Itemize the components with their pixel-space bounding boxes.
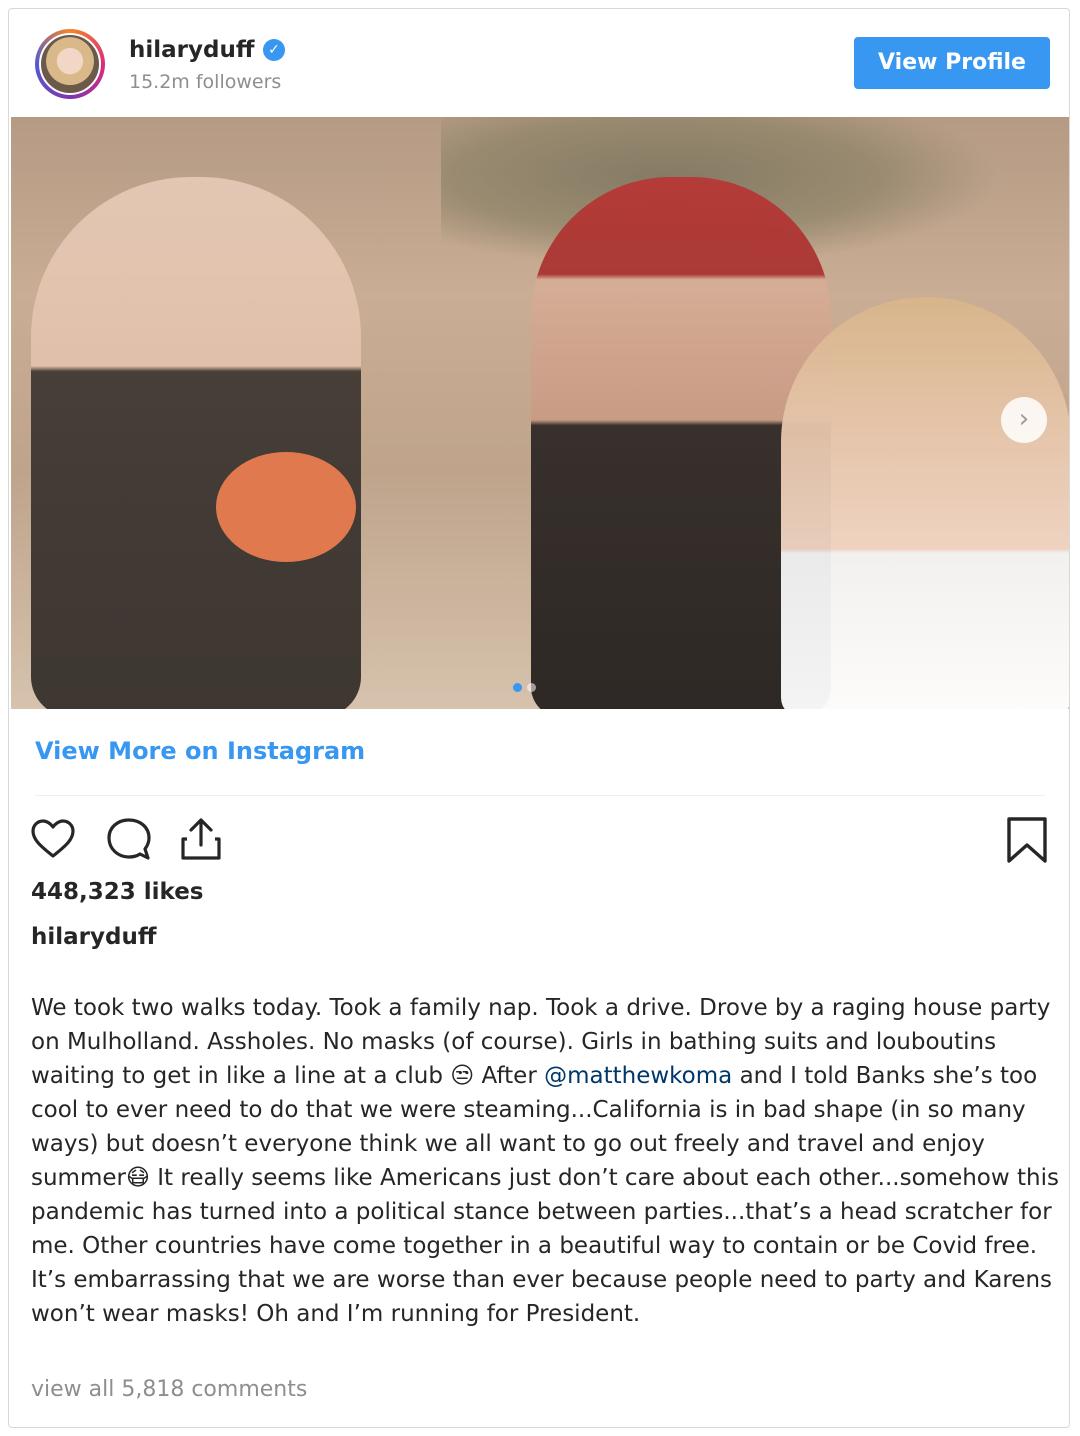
username[interactable]: hilaryduff	[129, 37, 254, 63]
share-icon[interactable]	[177, 815, 225, 863]
caption-text-part-2: and I told Banks she’s too cool to ever …	[31, 1063, 1059, 1327]
mention-link[interactable]: @matthewkoma	[544, 1063, 732, 1089]
comment-icon[interactable]	[105, 815, 153, 863]
heart-icon[interactable]	[29, 815, 77, 863]
view-comments-link[interactable]: view all 5,818 comments	[31, 1377, 307, 1402]
chevron-right-icon[interactable]: ›	[1001, 397, 1047, 443]
photo-orange-bowl	[216, 452, 356, 562]
avatar-image	[39, 33, 101, 95]
instagram-embed-card: hilaryduff ✓ 15.2m followers View Profil…	[8, 8, 1070, 1428]
photo-woman-figure	[781, 297, 1069, 709]
caption-username[interactable]: hilaryduff	[31, 924, 156, 950]
divider	[35, 795, 1045, 796]
verified-badge-icon: ✓	[263, 39, 285, 61]
post-header: hilaryduff ✓ 15.2m followers View Profil…	[9, 9, 1069, 117]
carousel-dots	[513, 677, 541, 696]
like-count[interactable]: 448,323 likes	[31, 879, 204, 905]
photo-child-figure	[31, 177, 361, 709]
bookmark-icon[interactable]	[1005, 815, 1049, 865]
carousel-dot-active	[513, 683, 522, 692]
follower-count: 15.2m followers	[129, 71, 282, 93]
view-profile-button[interactable]: View Profile	[854, 37, 1050, 89]
post-caption: We took two walks today. Took a family n…	[31, 991, 1061, 1331]
avatar[interactable]	[35, 29, 105, 99]
view-more-link[interactable]: View More on Instagram	[35, 737, 365, 765]
post-photo[interactable]: ›	[11, 117, 1069, 709]
carousel-dot	[527, 683, 536, 692]
